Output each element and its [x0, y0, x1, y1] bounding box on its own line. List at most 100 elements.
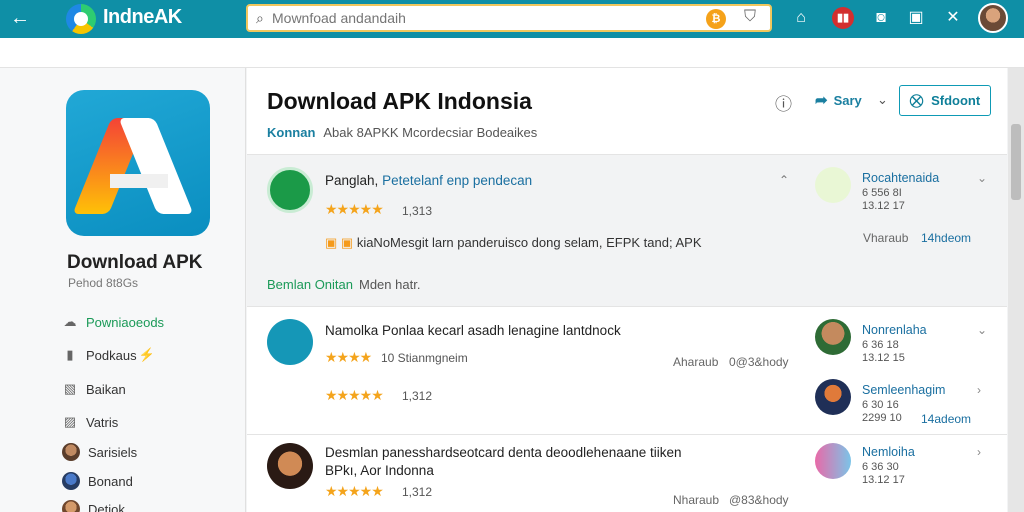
publisher-stat: 6 36 18	[862, 339, 899, 351]
app-title[interactable]: Panglah, Petetelanf enp pendecan	[325, 173, 532, 188]
sidebar-item-label: Powniaoeods	[86, 314, 165, 330]
app-meta: @83&hody	[729, 493, 789, 507]
search-icon: ⌕	[256, 10, 264, 26]
sidebar-item-detiok[interactable]: Detiok	[62, 498, 125, 512]
share-button[interactable]: ➦ Sary	[815, 91, 862, 109]
user-avatar[interactable]	[978, 3, 1008, 33]
sidebar-item-baikan[interactable]: ▧ Baikan	[62, 378, 126, 400]
publisher-date: 13.12 17	[862, 474, 905, 486]
camera-icon[interactable]: ◙	[870, 7, 892, 29]
app-icon	[267, 319, 313, 365]
breadcrumb-first[interactable]: Konnan	[267, 125, 315, 140]
publisher-name[interactable]: Semleenhagim	[862, 383, 945, 397]
publisher-link[interactable]: 14adeom	[921, 412, 971, 426]
sidebar: Download APK Pehod 8t8Gs ☁ Powniaoeods ▮…	[0, 68, 246, 512]
home-icon[interactable]: ⌂	[790, 7, 812, 29]
main-panel: Download APK Indonsia Konnan Abak 8APKK M…	[247, 68, 1007, 512]
avatar	[62, 500, 80, 512]
app-title[interactable]: Namolka Ponlaa kecarl asadh lenagine lan…	[325, 323, 621, 338]
chevron-down-icon[interactable]: ⌄	[977, 323, 987, 337]
app-meta: Nharaub	[673, 493, 720, 507]
rating-text: 10 Stianmgneim	[381, 351, 468, 365]
app-icon	[66, 90, 210, 236]
publisher-date: 13.12 15	[862, 352, 905, 364]
share-label: Sary	[833, 93, 862, 108]
app-meta: 0@3&hody	[729, 355, 789, 369]
rating-stars: ★★★★★	[325, 387, 384, 403]
sidebar-item-vatris[interactable]: ▨ Vatris	[62, 411, 118, 433]
sidebar-item-label: Detiok	[88, 501, 125, 512]
publisher-avatar	[815, 379, 851, 415]
sidebar-item-label: Baikan	[86, 381, 126, 397]
publisher-avatar	[815, 443, 851, 479]
shield-icon[interactable]: ⛉	[744, 8, 756, 26]
featured-app-row[interactable]: Panglah, Petetelanf enp pendecan ★★★★★ 1…	[247, 154, 1007, 306]
sidebar-item-label: Bonand	[88, 473, 133, 489]
sidebar-subtitle: Pehod 8t8Gs	[68, 276, 139, 290]
search-input[interactable]	[272, 9, 692, 27]
rating-count: 1,312	[402, 485, 433, 499]
publisher-name[interactable]: Rocahtenaida	[862, 171, 939, 185]
sidebar-item-label: Sarisiels	[88, 444, 138, 460]
publisher-name[interactable]: Nonrenlaha	[862, 323, 927, 337]
publisher-name[interactable]: Nemloiha	[862, 445, 915, 459]
publisher-meta: Vharaub	[863, 231, 909, 245]
app-icon	[267, 167, 313, 213]
publisher-stat: 6 36 30	[862, 461, 899, 473]
rating-count: 1,313	[402, 204, 433, 218]
sidebar-item-bonand[interactable]: Bonand	[62, 470, 133, 492]
publisher-link[interactable]: 14hdeom	[921, 231, 971, 245]
chevron-right-icon[interactable]: ›	[977, 383, 981, 397]
publisher-avatar	[815, 167, 851, 203]
support-button[interactable]: ⛒ Sfdoont	[899, 85, 991, 116]
notification-badge-icon[interactable]: ₿	[706, 9, 726, 29]
app-description: ▣ ▣ kiaNoMesgit larn panderuisco dong se…	[325, 235, 702, 250]
avatar	[62, 443, 80, 461]
sidebar-item-label: Podkaus	[86, 347, 137, 363]
red-app-icon[interactable]: ▮▮	[832, 7, 854, 29]
publisher-date: 13.12 17	[862, 200, 905, 212]
photo-icon: ▨	[63, 414, 77, 429]
app-row[interactable]: Namolka Ponlaa kecarl asadh lenagine lan…	[247, 306, 1007, 434]
rating-stars: ★★★★★	[325, 483, 384, 499]
sidebar-item-downloads[interactable]: ☁ Powniaoeods	[62, 311, 165, 333]
app-title[interactable]: Desmlan panesshardseotcard denta deoodle…	[325, 445, 682, 460]
rating-stars: ★★★★★	[325, 201, 384, 217]
chevron-down-icon[interactable]: ⌄	[877, 92, 888, 108]
scrollbar[interactable]	[1008, 68, 1024, 512]
book-icon: ▮	[66, 347, 74, 362]
rating-count: 1,312	[402, 389, 433, 403]
publisher-date: 2299 10	[862, 412, 902, 424]
tag-icon: ▣ ▣	[325, 235, 354, 250]
toolbar-strip	[0, 38, 1024, 68]
publisher-stat: 6 30 16	[862, 399, 899, 411]
avatar	[62, 472, 80, 490]
alert-icon: ⚡	[138, 347, 155, 362]
breadcrumb-rest: Abak 8APKK Mcordecsiar Bodeaikes	[323, 125, 538, 140]
window-icon[interactable]: ▣	[905, 7, 927, 29]
page-title: Download APK Indonsia	[267, 88, 532, 114]
publisher-stat: 6 556 8I	[862, 187, 902, 199]
sidebar-item-label: Vatris	[86, 414, 119, 430]
scroll-thumb[interactable]	[1011, 124, 1021, 200]
search-box[interactable]: ⌕ ₿ ⛉	[246, 4, 772, 32]
chevron-up-icon[interactable]: ⌃	[779, 173, 789, 187]
logo-icon[interactable]	[66, 4, 96, 34]
chevron-down-icon[interactable]: ⌄	[977, 171, 987, 185]
breadcrumb: Konnan Abak 8APKK Mcordecsiar Bodeaikes	[267, 125, 537, 140]
section-label[interactable]: Bemlan Onitan	[267, 277, 353, 292]
sidebar-item-sarisiels[interactable]: Sarisiels	[62, 441, 137, 463]
info-icon[interactable]: ⓘ	[775, 90, 792, 115]
close-icon[interactable]: ✕	[942, 7, 964, 29]
top-bar: ← IndneAK ⌕ ₿ ⛉ ⌂ ▮▮ ◙ ▣ ✕	[0, 0, 1024, 38]
support-icon: ⛒	[909, 92, 924, 108]
app-name[interactable]: IndneAK	[103, 6, 182, 29]
support-label: Sfdoont	[931, 93, 981, 108]
image-icon: ▧	[63, 381, 77, 396]
back-arrow-icon[interactable]: ←	[10, 6, 30, 30]
publisher-avatar	[815, 319, 851, 355]
sidebar-item-podcasts[interactable]: ▮ Podkaus ⚡	[62, 344, 155, 366]
app-row[interactable]: Desmlan panesshardseotcard denta deoodle…	[247, 434, 1007, 512]
chevron-right-icon[interactable]: ›	[977, 445, 981, 459]
share-arrow-icon: ➦	[815, 92, 828, 109]
